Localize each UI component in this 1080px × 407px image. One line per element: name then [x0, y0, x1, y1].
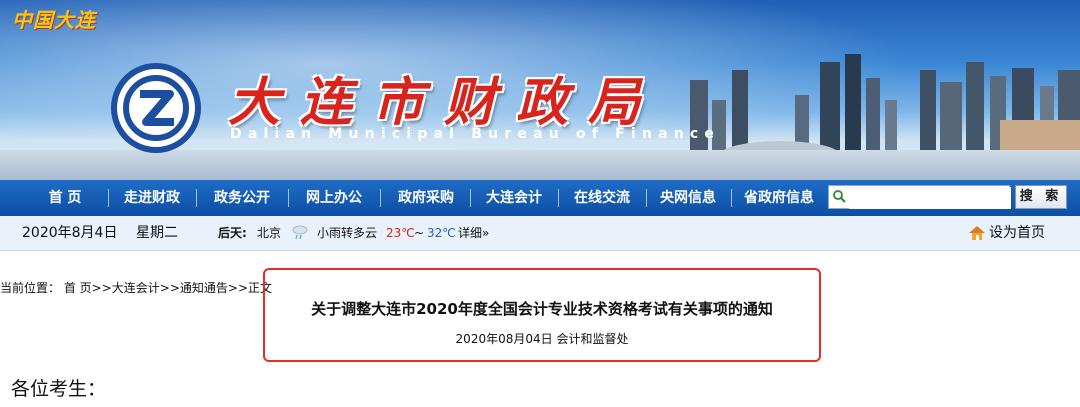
article-meta: 2020年08月04日 会计和监督处: [455, 332, 629, 346]
search-icon: [833, 190, 846, 203]
nav-separator: [646, 189, 647, 207]
current-date: 2020年8月4日: [22, 225, 118, 241]
breadcrumb-home[interactable]: 首 页: [64, 281, 92, 295]
weather-label: 后天:: [218, 226, 247, 240]
search-input[interactable]: [849, 187, 1011, 209]
china-dalian-logo-text: 中国大连: [12, 8, 96, 32]
search-button[interactable]: 搜 索: [1015, 185, 1067, 209]
weather-description: 小雨转多云: [317, 226, 378, 240]
breadcrumb-prefix: 当前位置：: [0, 281, 61, 295]
breadcrumb: 当前位置： 首 页>>大连会计>>通知通告>>正文: [0, 279, 272, 296]
bureau-emblem-icon: [111, 63, 201, 153]
nav-item-gov-affairs[interactable]: 政务公开: [202, 180, 282, 216]
search-box: [828, 185, 1011, 209]
article-title: 关于调整大连市2020年度全国会计专业技术资格考试有关事项的通知: [311, 300, 773, 318]
weather-detail-link[interactable]: 详细»: [458, 216, 489, 250]
weather-temp-separator: ~: [414, 226, 425, 240]
breadcrumb-separator: >>: [91, 281, 112, 295]
weather-city: 北京: [257, 226, 282, 240]
site-banner: 中国大连 大连市财政局 Dalian Municipal Bureau of F…: [0, 0, 1080, 180]
nav-item-online-office[interactable]: 网上办公: [294, 180, 374, 216]
info-bar: 2020年8月4日 星期二 后天: 北京 小雨转多云 23℃ ~ 32℃ 详细»…: [0, 216, 1080, 251]
nav-separator: [470, 189, 471, 207]
breadcrumb-separator: >>: [159, 281, 180, 295]
nav-separator: [196, 189, 197, 207]
nav-separator: [558, 189, 559, 207]
breadcrumb-notices[interactable]: 通知通告: [180, 281, 228, 295]
site-title-en: Dalian Municipal Bureau of Finance: [230, 126, 721, 142]
nav-item-central-info[interactable]: 央网信息: [650, 180, 726, 216]
nav-separator: [288, 189, 289, 207]
set-homepage-link[interactable]: 设为首页: [989, 216, 1045, 250]
nav-item-dalian-accounting[interactable]: 大连会计: [474, 180, 554, 216]
article-greeting: 各位考生：: [11, 378, 107, 400]
sea-water: [0, 150, 1080, 180]
nav-item-home[interactable]: 首 页: [30, 180, 100, 216]
nav-separator: [108, 189, 109, 207]
breadcrumb-separator: >>: [227, 281, 249, 295]
nav-item-online-exchange[interactable]: 在线交流: [562, 180, 642, 216]
breadcrumb-accounting[interactable]: 大连会计: [112, 281, 160, 295]
nav-item-procurement[interactable]: 政府采购: [386, 180, 466, 216]
nav-separator: [380, 189, 381, 207]
nav-item-about-finance[interactable]: 走进财政: [114, 180, 190, 216]
current-weekday: 星期二: [136, 225, 178, 241]
site-title-cn: 大连市财政局: [228, 72, 661, 133]
home-icon[interactable]: [968, 225, 986, 241]
weather-temp-low: 23℃: [386, 226, 415, 240]
nav-separator: [731, 189, 732, 207]
weather-temp-high: 32℃: [427, 226, 456, 240]
nav-item-provincial-info[interactable]: 省政府信息: [734, 180, 824, 216]
light-rain-icon: [292, 225, 308, 240]
